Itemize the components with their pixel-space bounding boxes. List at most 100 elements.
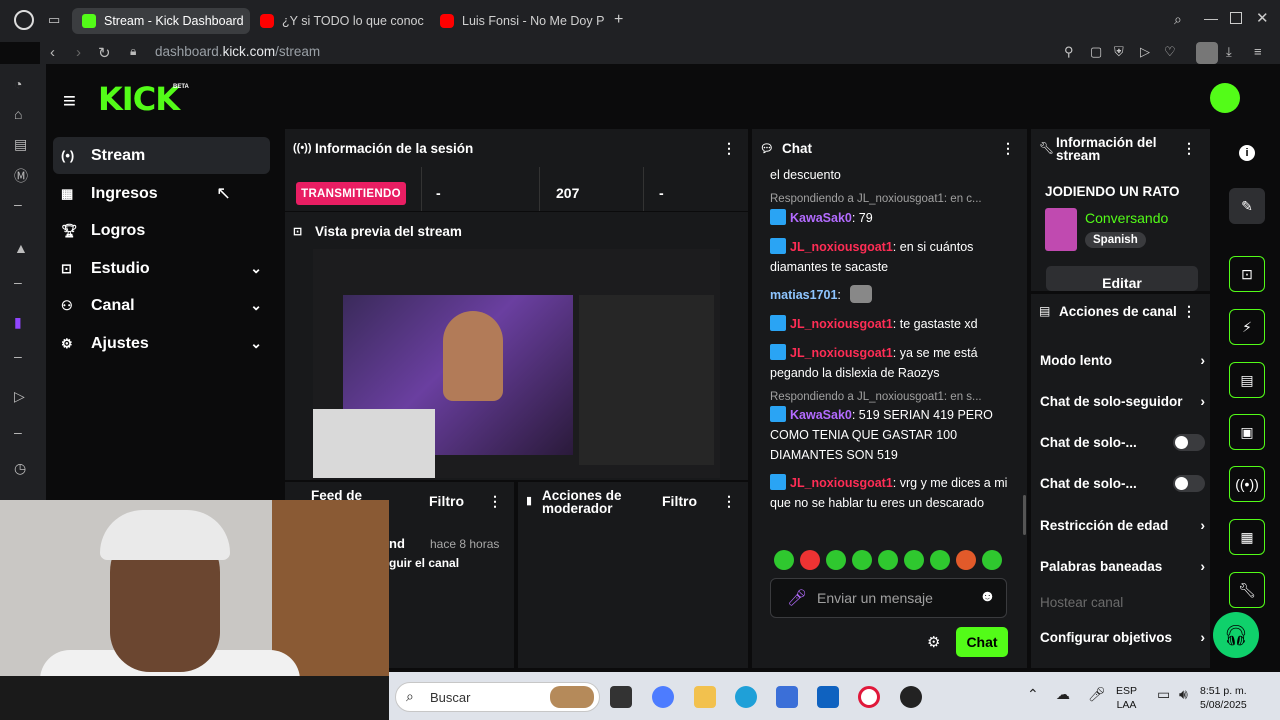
edit-tool-button[interactable]: ✎ [1229, 188, 1265, 224]
sidebar-item-estudio[interactable]: ⊡ Estudio ⌄ [53, 250, 270, 287]
shopping-icon[interactable]: ⌂ [14, 106, 22, 122]
emote-icon[interactable] [800, 550, 820, 570]
outlook-icon[interactable] [817, 686, 839, 708]
edge-icon[interactable] [735, 686, 757, 708]
taskbar-search-input[interactable]: ⌕ Buscar [395, 682, 600, 712]
action-configure-goals[interactable]: Configurar objetivos › [1040, 626, 1205, 648]
pin-icon[interactable]: ⚲ [1064, 44, 1074, 60]
play-icon[interactable]: ▷ [1140, 44, 1150, 60]
chat-username[interactable]: KawaSak0 [790, 408, 852, 422]
emote-icon[interactable] [878, 550, 898, 570]
support-chat-button[interactable]: 🎧︎ [1213, 612, 1259, 658]
stream-preview-video[interactable] [313, 249, 720, 478]
player-icon[interactable]: ▷ [14, 388, 25, 405]
chat-username[interactable]: JL_noxiousgoat1 [790, 317, 893, 331]
tab-youtube-2[interactable]: Luis Fonsi - No Me Doy P [430, 8, 608, 34]
chat-tool-button[interactable]: ▣ [1229, 414, 1265, 450]
chat-username[interactable]: JL_noxiousgoat1 [790, 240, 893, 254]
copilot-icon[interactable] [652, 686, 674, 708]
chat-username[interactable]: JL_noxiousgoat1 [790, 346, 893, 360]
chat-scrollbar[interactable] [1023, 495, 1026, 535]
layers-icon[interactable]: ▤ [14, 136, 27, 153]
quick-actions-tool-button[interactable]: ⚡︎ [1229, 309, 1265, 345]
search-tabs-icon[interactable]: ⌕ [1174, 11, 1182, 28]
tray-chevron-icon[interactable]: ⌃ [1027, 686, 1039, 703]
more-options-icon[interactable]: ⋮ [722, 493, 736, 510]
edit-stream-button[interactable]: Editar [1046, 266, 1198, 291]
chat-username[interactable]: KawaSak0 [790, 211, 852, 225]
task-view-icon[interactable] [610, 686, 632, 708]
more-options-icon[interactable]: ⋮ [1001, 140, 1015, 157]
url-field[interactable]: dashboard.kick.com/stream [155, 44, 320, 59]
sidebar-item-canal[interactable]: ⚇ Canal ⌄ [53, 287, 270, 324]
hamburger-icon[interactable]: ≡ [63, 88, 76, 114]
more-options-icon[interactable]: ⋮ [1182, 303, 1196, 320]
action-followers-only[interactable]: Chat de solo-seguidor › [1040, 390, 1205, 412]
chat-send-button[interactable]: Chat [956, 627, 1008, 657]
download-icon[interactable]: ⤓ [1226, 44, 1232, 60]
network-icon[interactable]: ▭ [1157, 686, 1170, 703]
snapshot-icon[interactable]: ▢ [1090, 44, 1102, 60]
more-options-icon[interactable]: ⋮ [488, 493, 502, 510]
opera-logo-icon[interactable] [14, 10, 34, 30]
action-banned-words[interactable]: Palabras baneadas › [1040, 555, 1205, 577]
aria-icon[interactable]: ▲ [14, 240, 28, 256]
emote-icon[interactable] [930, 550, 950, 570]
mail-icon[interactable]: Ⓜ [14, 166, 28, 186]
sidebar-item-logros[interactable]: 🏆︎ Logros [53, 212, 270, 249]
emote-icon[interactable] [982, 550, 1002, 570]
tab-overview-icon[interactable]: ▭ [48, 12, 60, 28]
broadcast-tool-button[interactable]: ((•)) [1229, 466, 1265, 502]
shield-icon[interactable]: ⛨ [1114, 44, 1124, 60]
preview-tool-button[interactable]: ⊡ [1229, 256, 1265, 292]
toggle-switch[interactable] [1173, 433, 1205, 451]
twitch-icon[interactable]: ▮ [14, 314, 22, 331]
emote-icon[interactable] [904, 550, 924, 570]
toggle-switch[interactable] [1173, 474, 1205, 492]
chat-username[interactable]: matias1701 [770, 288, 837, 302]
mod-tool-button[interactable]: ▦ [1229, 519, 1265, 555]
user-avatar[interactable] [1210, 83, 1240, 113]
action-slow-mode[interactable]: Modo lento › [1040, 349, 1205, 371]
emoji-icon[interactable]: ☻ [979, 588, 996, 606]
more-options-icon[interactable]: ⋮ [1182, 140, 1196, 157]
sidebar-item-stream[interactable]: (•) Stream [53, 137, 270, 174]
history-icon[interactable]: ◷ [14, 460, 26, 477]
action-age-restriction[interactable]: Restricción de edad › [1040, 514, 1205, 536]
feed-filter-button[interactable]: Filtro [429, 493, 464, 509]
back-icon[interactable]: ‹ [50, 44, 55, 61]
tab-youtube-1[interactable]: ¿Y si TODO lo que conoc [250, 8, 430, 34]
obs-icon[interactable] [900, 686, 922, 708]
notes-tool-button[interactable]: ▤ [1229, 362, 1265, 398]
file-explorer-icon[interactable] [694, 686, 716, 708]
maximize-icon[interactable] [1230, 12, 1242, 24]
settings-tool-button[interactable]: 🔧︎ [1229, 572, 1265, 608]
kick-logo[interactable]: KICK [98, 80, 180, 118]
microphone-icon[interactable]: 🎤︎ [787, 588, 807, 608]
emote-icon[interactable] [774, 550, 794, 570]
emote-icon[interactable] [826, 550, 846, 570]
reload-icon[interactable]: ↻ [98, 44, 111, 62]
mod-filter-button[interactable]: Filtro [662, 493, 697, 509]
opera-icon[interactable] [858, 686, 880, 708]
taskbar-clock[interactable]: 8:51 p. m. 5/08/2025 [1200, 684, 1247, 712]
chat-settings-icon[interactable]: ⚙ [927, 633, 940, 651]
chat-username[interactable]: JL_noxiousgoat1 [790, 476, 893, 490]
more-options-icon[interactable]: ⋮ [722, 140, 736, 157]
sidebar-item-ingresos[interactable]: ▦ Ingresos [53, 175, 270, 212]
emote-icon[interactable] [956, 550, 976, 570]
menu-icon[interactable]: ≡ [1254, 44, 1262, 59]
sidebar-item-ajustes[interactable]: ⚙ Ajustes ⌄ [53, 325, 270, 362]
chat-message-input[interactable]: 🎤︎ Enviar un mensaje ☻ [770, 578, 1007, 618]
category-name[interactable]: Conversando [1085, 210, 1168, 226]
speed-dial-icon[interactable]: ◔ [14, 76, 22, 92]
profile-avatar[interactable] [1196, 42, 1218, 64]
forward-icon[interactable]: › [76, 44, 81, 61]
language-indicator[interactable]: ESP LAA [1116, 684, 1137, 712]
onedrive-icon[interactable]: ☁ [1056, 686, 1070, 703]
mic-tray-icon[interactable]: 🎤︎ [1088, 686, 1106, 703]
info-icon[interactable]: i [1239, 145, 1255, 161]
tab-kick-dashboard[interactable]: Stream - Kick Dashboard [72, 8, 250, 34]
heart-icon[interactable]: ♡ [1164, 44, 1176, 60]
volume-icon[interactable]: 🔊︎ [1179, 686, 1188, 703]
